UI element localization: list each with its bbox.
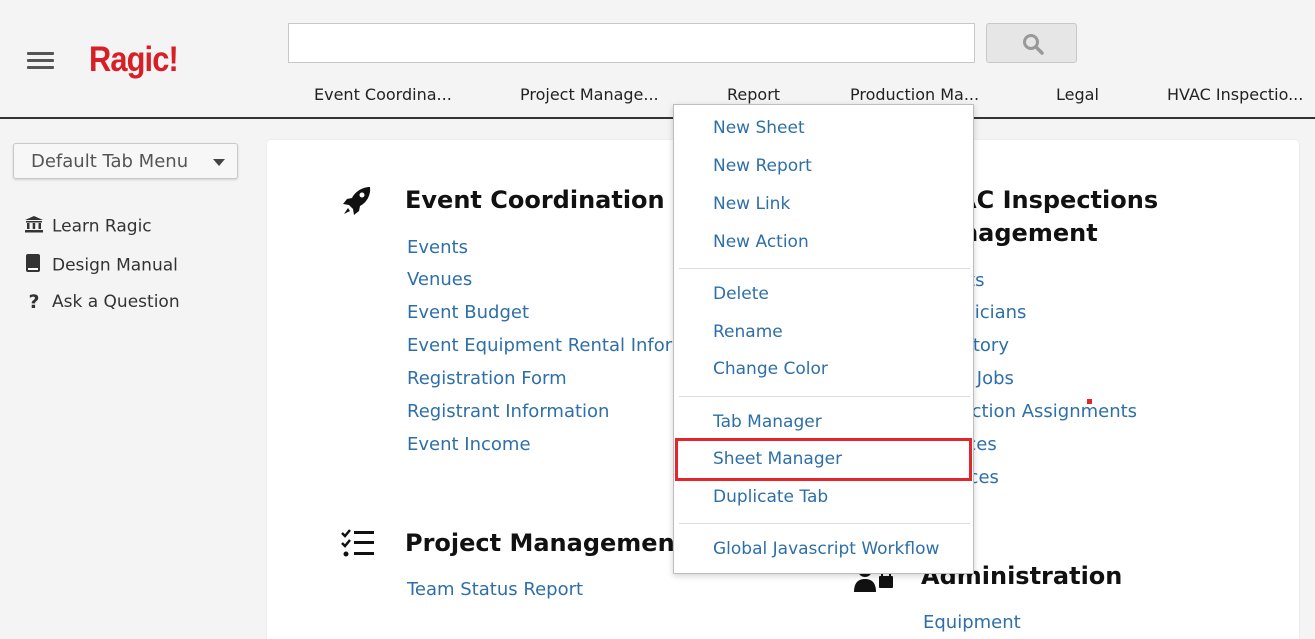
top-header: Ragic! Event Coordina... Project Manage.… xyxy=(0,0,1315,119)
sheet-link-venues[interactable]: Venues xyxy=(407,269,472,290)
sheet-link-events[interactable]: Events xyxy=(407,237,468,258)
ragic-logo[interactable]: Ragic! xyxy=(89,40,179,80)
menu-item-change-color[interactable]: Change Color xyxy=(713,359,828,379)
sidebar-link-ask-question[interactable]: ? Ask a Question xyxy=(24,291,180,313)
search-icon xyxy=(1023,34,1044,55)
sheet-link-event-income[interactable]: Event Income xyxy=(407,434,531,455)
checklist-icon xyxy=(341,529,374,557)
menu-item-new-sheet[interactable]: New Sheet xyxy=(713,118,805,138)
tab-context-menu: New Sheet New Report New Link New Action… xyxy=(673,104,974,574)
book-icon xyxy=(24,253,44,278)
sidebar-link-design-manual[interactable]: Design Manual xyxy=(24,253,178,278)
tab-production-management[interactable]: Production Ma... xyxy=(850,85,979,104)
menu-item-global-javascript-workflow[interactable]: Global Javascript Workflow xyxy=(713,539,939,559)
tab-project-management[interactable]: Project Manage... xyxy=(520,85,659,104)
tab-hvac-inspections[interactable]: HVAC Inspectio... xyxy=(1167,85,1303,104)
bank-icon xyxy=(24,215,44,238)
red-marker xyxy=(1087,399,1092,404)
tab-report[interactable]: Report xyxy=(727,85,780,104)
menu-item-delete[interactable]: Delete xyxy=(713,284,769,304)
sheet-link-team-status-report[interactable]: Team Status Report xyxy=(407,579,583,600)
highlight-box xyxy=(675,438,972,481)
section-title-project-management: Project Management xyxy=(405,529,687,557)
section-title-event-coordination: Event Coordination xyxy=(405,186,665,214)
sidebar-link-label: Ask a Question xyxy=(52,292,180,312)
sheet-link-registration-form[interactable]: Registration Form xyxy=(407,368,567,389)
menu-item-duplicate-tab[interactable]: Duplicate Tab xyxy=(713,487,828,507)
sidebar-link-learn-ragic[interactable]: Learn Ragic xyxy=(24,215,152,237)
rocket-icon xyxy=(343,187,371,215)
menu-divider xyxy=(679,523,970,524)
hamburger-menu-icon[interactable] xyxy=(27,52,54,70)
question-icon: ? xyxy=(28,291,40,313)
menu-item-new-report[interactable]: New Report xyxy=(713,156,812,176)
sheet-link-registrant-information[interactable]: Registrant Information xyxy=(407,401,609,422)
sheet-link-equipment[interactable]: Equipment xyxy=(923,612,1021,633)
tab-legal[interactable]: Legal xyxy=(1056,85,1099,104)
search-input[interactable] xyxy=(288,23,975,63)
tab-menu-label: Default Tab Menu xyxy=(31,151,189,172)
sidebar-link-label: Design Manual xyxy=(52,255,178,276)
menu-item-tab-manager[interactable]: Tab Manager xyxy=(713,412,822,432)
sheet-link-event-budget[interactable]: Event Budget xyxy=(407,302,529,323)
menu-item-new-action[interactable]: New Action xyxy=(713,232,809,252)
menu-divider xyxy=(679,396,970,397)
search-button[interactable] xyxy=(986,23,1077,63)
tab-event-coordination[interactable]: Event Coordina... xyxy=(314,85,452,104)
menu-item-rename[interactable]: Rename xyxy=(713,322,783,342)
menu-divider xyxy=(679,268,970,269)
menu-item-new-link[interactable]: New Link xyxy=(713,194,790,214)
chevron-down-icon xyxy=(213,159,225,166)
sidebar-link-label: Learn Ragic xyxy=(52,216,152,237)
tab-bar: Event Coordina... Project Manage... Repo… xyxy=(0,85,1315,107)
tab-menu-select[interactable]: Default Tab Menu xyxy=(13,143,238,179)
